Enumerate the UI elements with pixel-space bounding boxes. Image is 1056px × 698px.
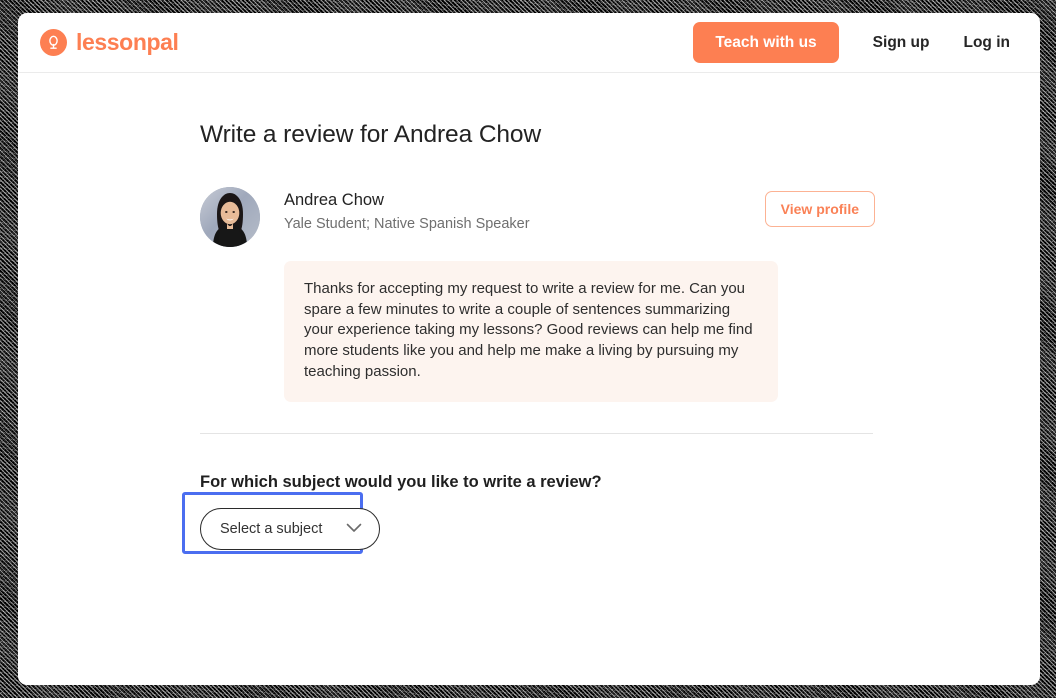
- brand-logo[interactable]: lessonpal: [40, 29, 179, 56]
- teach-with-us-button[interactable]: Teach with us: [693, 21, 839, 64]
- subject-question-label: For which subject would you like to writ…: [200, 473, 602, 492]
- tutor-tagline: Yale Student; Native Spanish Speaker: [284, 216, 530, 232]
- chevron-down-icon: [346, 520, 362, 538]
- tutor-summary: Andrea Chow Yale Student; Native Spanish…: [200, 187, 875, 247]
- login-link[interactable]: Log in: [964, 34, 1011, 52]
- header-nav: Teach with us Sign up Log in: [693, 21, 1011, 64]
- lessonpal-logo-icon: [40, 29, 67, 56]
- section-divider: [200, 433, 873, 435]
- tutor-message-box: Thanks for accepting my request to write…: [284, 261, 778, 403]
- view-profile-button[interactable]: View profile: [764, 191, 875, 227]
- main-content: Write a review for Andrea Chow Andrea Ch…: [18, 73, 1040, 555]
- subject-select[interactable]: Select a subject: [200, 508, 381, 551]
- site-header: lessonpal Teach with us Sign up Log in: [18, 13, 1040, 73]
- subject-select-value: Select a subject: [220, 521, 323, 538]
- subject-section: For which subject would you like to writ…: [182, 473, 875, 555]
- brand-name: lessonpal: [76, 29, 179, 55]
- page-title: Write a review for Andrea Chow: [200, 121, 542, 148]
- signup-link[interactable]: Sign up: [873, 34, 930, 52]
- browser-page: lessonpal Teach with us Sign up Log in W…: [18, 13, 1040, 685]
- tutor-message-text: Thanks for accepting my request to write…: [304, 280, 753, 380]
- tutor-info: Andrea Chow Yale Student; Native Spanish…: [284, 187, 765, 232]
- subject-select-wrapper: Select a subject: [182, 492, 381, 555]
- tutor-name: Andrea Chow: [284, 191, 384, 209]
- avatar: [200, 187, 260, 247]
